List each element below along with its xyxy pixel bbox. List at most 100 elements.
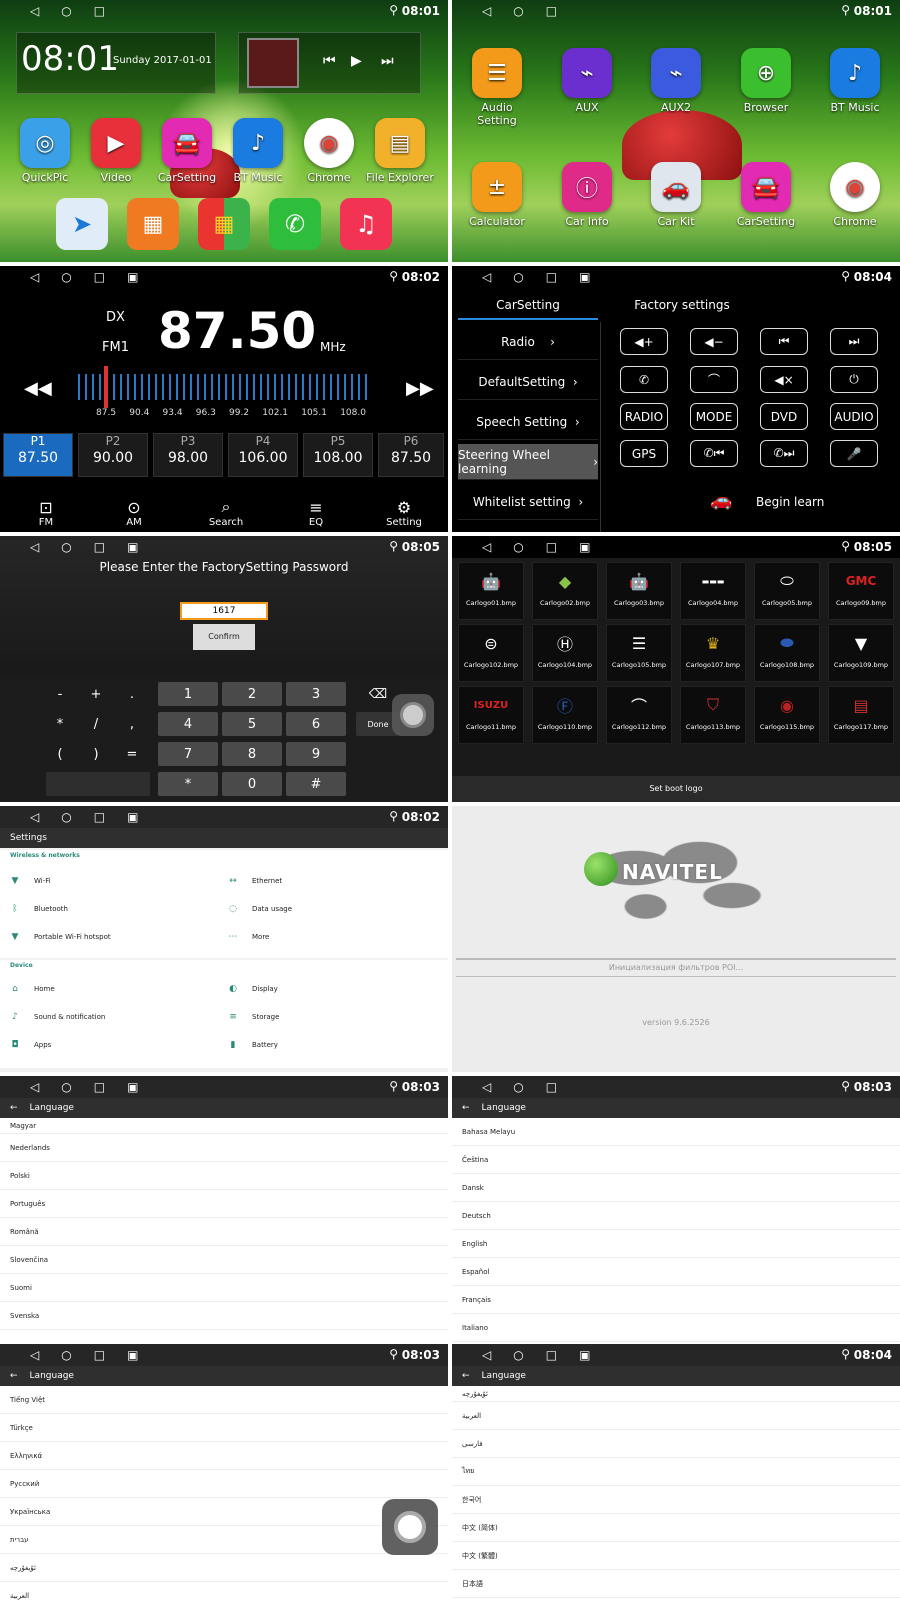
- preset-p4[interactable]: P4 106.00: [228, 433, 298, 477]
- language-item[interactable]: Español: [452, 1258, 900, 1286]
- key-equals[interactable]: =: [118, 742, 146, 766]
- nav-setting[interactable]: ⚙ Setting: [364, 498, 444, 528]
- confirm-button[interactable]: Confirm: [193, 624, 255, 650]
- music-icon[interactable]: ♫: [340, 198, 392, 250]
- audio-key-button[interactable]: AUDIO: [830, 403, 878, 430]
- back-icon[interactable]: ◁: [482, 540, 491, 554]
- logo-tile[interactable]: ⬭ Carlogo05.bmp: [754, 562, 820, 620]
- setting-wifi[interactable]: ▼ Wi-Fi: [10, 876, 51, 886]
- key-minus[interactable]: -: [46, 682, 74, 706]
- app-chrome[interactable]: ◉ Chrome: [820, 162, 890, 228]
- tab-factory-settings[interactable]: Factory settings: [612, 292, 752, 320]
- app-chrome[interactable]: ◉ Chrome: [294, 118, 364, 184]
- back-icon[interactable]: ◁: [482, 1348, 491, 1362]
- app-carsetting[interactable]: 🚘 CarSetting: [731, 162, 801, 228]
- home-icon[interactable]: ○: [61, 270, 71, 284]
- band-label[interactable]: FM1: [102, 340, 129, 355]
- language-item[interactable]: 한국어: [452, 1486, 900, 1514]
- key-2[interactable]: 2: [222, 682, 282, 706]
- assistive-touch-button[interactable]: [392, 694, 434, 736]
- home-icon[interactable]: ○: [61, 1348, 71, 1362]
- language-item[interactable]: English: [452, 1230, 900, 1258]
- language-item[interactable]: Türkçe: [0, 1414, 448, 1442]
- language-item[interactable]: Suomi: [0, 1274, 448, 1302]
- setting-battery[interactable]: ▮ Battery: [228, 1040, 278, 1050]
- nav-fm[interactable]: ⊡ FM: [6, 498, 86, 528]
- recents-icon[interactable]: □: [94, 4, 105, 18]
- language-item[interactable]: Magyar: [0, 1118, 448, 1134]
- logo-tile[interactable]: ▬▬▬ Carlogo04.bmp: [680, 562, 746, 620]
- app-calculator[interactable]: ± Calculator: [462, 162, 532, 228]
- call-answer-button[interactable]: ✆: [620, 366, 668, 393]
- next-button[interactable]: ⏭: [830, 328, 878, 355]
- app-video[interactable]: ▶ Video: [81, 118, 151, 184]
- key-dot[interactable]: .: [118, 682, 146, 706]
- setting-home[interactable]: ⌂ Home: [10, 984, 55, 994]
- clock-widget[interactable]: 08:01 Sunday 2017-01-01: [16, 32, 216, 94]
- language-item[interactable]: العربية: [452, 1402, 900, 1430]
- recents-icon[interactable]: □: [94, 1080, 105, 1094]
- setting-hotspot[interactable]: ▼ Portable Wi-Fi hotspot: [10, 932, 111, 942]
- nav-am[interactable]: ⊙ AM: [94, 498, 174, 528]
- logo-tile[interactable]: ▼ Carlogo109.bmp: [828, 624, 894, 682]
- hang-up-button[interactable]: ⌒: [690, 366, 738, 393]
- home-icon[interactable]: ○: [61, 540, 71, 554]
- language-item[interactable]: Ελληνικά: [0, 1442, 448, 1470]
- app-browser[interactable]: ⊕ Browser: [731, 48, 801, 114]
- key-star[interactable]: *: [158, 772, 218, 796]
- setting-storage[interactable]: ≡ Storage: [228, 1012, 279, 1022]
- language-item[interactable]: Svenska: [0, 1302, 448, 1330]
- key-slash[interactable]: /: [82, 712, 110, 736]
- app-bt-music[interactable]: ♪ BT Music: [223, 118, 293, 184]
- seek-back-icon[interactable]: ◀◀: [24, 378, 52, 399]
- apps-grid-icon[interactable]: ▦: [198, 198, 250, 250]
- app-car-info[interactable]: ⓘ Car Info: [552, 162, 622, 228]
- key-hash[interactable]: #: [286, 772, 346, 796]
- mute-button[interactable]: ◀×: [760, 366, 808, 393]
- phone-icon[interactable]: ✆: [269, 198, 321, 250]
- logo-tile[interactable]: Ⓗ Carlogo104.bmp: [532, 624, 598, 682]
- language-item[interactable]: فارسی: [452, 1430, 900, 1458]
- radio-icon[interactable]: ▦: [127, 198, 179, 250]
- language-item[interactable]: Tiếng Việt: [0, 1386, 448, 1414]
- setting-ethernet[interactable]: ↔ Ethernet: [228, 876, 282, 886]
- preset-p3[interactable]: P3 98.00: [153, 433, 223, 477]
- mode-key-button[interactable]: MODE: [690, 403, 738, 430]
- recents-icon[interactable]: □: [546, 540, 557, 554]
- logo-tile[interactable]: ▤ Carlogo117.bmp: [828, 686, 894, 744]
- next-track-icon[interactable]: ⏭: [381, 53, 394, 69]
- language-item[interactable]: Slovenčina: [0, 1246, 448, 1274]
- back-icon[interactable]: ◁: [482, 1080, 491, 1094]
- app-aux[interactable]: ⌁ AUX: [552, 48, 622, 114]
- app-file-explorer[interactable]: ▤ File Explorer: [365, 118, 435, 184]
- dvd-key-button[interactable]: DVD: [760, 403, 808, 430]
- language-item[interactable]: 日本語: [452, 1570, 900, 1598]
- tab-carsetting[interactable]: CarSetting: [458, 292, 598, 320]
- home-icon[interactable]: ○: [61, 4, 71, 18]
- language-item[interactable]: Français: [452, 1286, 900, 1314]
- navigation-icon[interactable]: ➤: [56, 198, 108, 250]
- app-carsetting[interactable]: 🚘 CarSetting: [152, 118, 222, 184]
- microphone-button[interactable]: 🎤: [830, 440, 878, 467]
- back-icon[interactable]: ◁: [482, 270, 491, 284]
- key-asterisk[interactable]: *: [46, 712, 74, 736]
- language-item[interactable]: ئۇيغۇرچە: [452, 1386, 900, 1402]
- app-car-kit[interactable]: 🚗 Car Kit: [641, 162, 711, 228]
- home-icon[interactable]: ○: [513, 1080, 523, 1094]
- password-input[interactable]: 1617: [180, 602, 268, 620]
- key-5[interactable]: 5: [222, 712, 282, 736]
- preset-p6[interactable]: P6 87.50: [378, 433, 444, 477]
- play-icon[interactable]: ▶: [351, 53, 362, 69]
- language-item[interactable]: Bahasa Melayu: [452, 1118, 900, 1146]
- volume-up-button[interactable]: ◀+: [620, 328, 668, 355]
- language-item[interactable]: Русский: [0, 1470, 448, 1498]
- logo-tile[interactable]: ISUZU Carlogo11.bmp: [458, 686, 524, 744]
- back-icon[interactable]: ◁: [30, 1348, 39, 1362]
- key-9[interactable]: 9: [286, 742, 346, 766]
- language-item[interactable]: Italiano: [452, 1314, 900, 1342]
- logo-tile[interactable]: ◆ Carlogo02.bmp: [532, 562, 598, 620]
- setting-apps[interactable]: ◘ Apps: [10, 1040, 51, 1050]
- logo-tile[interactable]: ⬬ Carlogo108.bmp: [754, 624, 820, 682]
- language-item[interactable]: Deutsch: [452, 1202, 900, 1230]
- setting-data-usage[interactable]: ◌ Data usage: [228, 904, 292, 914]
